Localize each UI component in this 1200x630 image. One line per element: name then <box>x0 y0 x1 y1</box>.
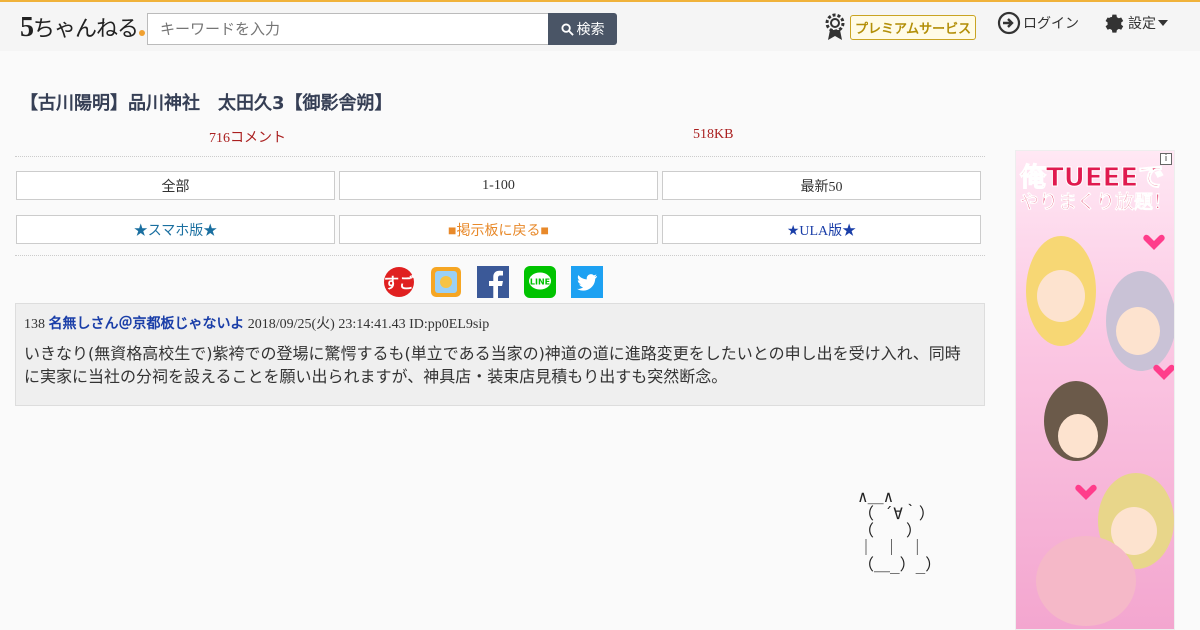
ad-illustration <box>1026 234 1174 626</box>
svg-text:すご: すご <box>384 274 415 292</box>
poster-name[interactable]: 名無しさん＠京都板じゃないよ <box>49 316 245 332</box>
logo-text: ちゃんねる <box>33 16 139 41</box>
divider <box>15 156 985 157</box>
ad-banner[interactable]: i 俺TUEEEで やりまくり放題！ <box>1015 150 1175 630</box>
facebook-icon[interactable] <box>477 266 509 298</box>
svg-text:LINE: LINE <box>530 278 550 287</box>
comment-count: 716コメント <box>209 131 286 146</box>
settings-label: 設定 <box>1128 16 1156 32</box>
nav-back-to-board[interactable]: ■掲示板に戻る■ <box>339 215 658 244</box>
post-header: 138 名無しさん＠京都板じゃないよ 2018/09/25(火) 23:14:4… <box>24 313 489 333</box>
ad-subheadline: やりまくり放題！ <box>1019 191 1173 214</box>
sugoi-icon[interactable]: すご <box>383 266 415 298</box>
gear-icon <box>1105 14 1124 33</box>
nav-all[interactable]: 全部 <box>16 171 335 200</box>
search-input[interactable] <box>147 13 549 45</box>
search-button[interactable]: 検索 <box>548 13 617 45</box>
post-138: 138 名無しさん＠京都板じゃないよ 2018/09/25(火) 23:14:4… <box>15 303 985 406</box>
premium-badge: プレミアムサービス <box>850 14 977 40</box>
award-icon <box>825 13 845 40</box>
login-label: ログイン <box>1023 16 1079 32</box>
login-link[interactable]: ログイン <box>997 11 1079 35</box>
line-icon[interactable]: LINE <box>524 266 556 298</box>
post-body: いきなり(無資格高校生で)紫袴での登場に驚愕するも(単立である当家の)神道の道に… <box>24 344 961 386</box>
thread-title: 【古川陽明】品川神社 太田久3【御影舎朔】 <box>20 93 393 114</box>
nav-1-100[interactable]: 1-100 <box>339 171 658 200</box>
post-number[interactable]: 138 <box>24 317 45 332</box>
logo-dot <box>139 30 146 36</box>
header: 5ちゃんねる 検索 プレミアムサービス ログイン 設定 <box>0 2 1200 51</box>
caret-down-icon <box>1158 20 1168 26</box>
nav-latest50[interactable]: 最新50 <box>662 171 981 200</box>
logo[interactable]: 5ちゃんねる <box>20 11 146 44</box>
app-icon[interactable] <box>430 266 462 298</box>
post-datetime: 2018/09/25(火) 23:14:41.43 <box>247 317 406 332</box>
divider <box>15 255 985 256</box>
premium-link[interactable]: プレミアムサービス <box>824 13 977 41</box>
nav-ula[interactable]: ★ULA版★ <box>662 215 981 244</box>
logo-number: 5 <box>20 12 34 43</box>
twitter-icon[interactable] <box>571 266 603 298</box>
post-id[interactable]: ID:pp0EL9sip <box>409 317 489 332</box>
login-icon <box>997 11 1021 35</box>
nav-smartphone[interactable]: ★スマホ版★ <box>16 215 335 244</box>
search-icon <box>560 22 574 36</box>
thread-size: 518KB <box>693 127 734 142</box>
search-button-label: 検索 <box>576 22 605 38</box>
ascii-art-cat: ∧＿∧ （ ´∀｀） （ ） ｜ ｜ ｜ （＿_）_） <box>858 487 942 574</box>
settings-menu[interactable]: 設定 <box>1102 11 1168 35</box>
